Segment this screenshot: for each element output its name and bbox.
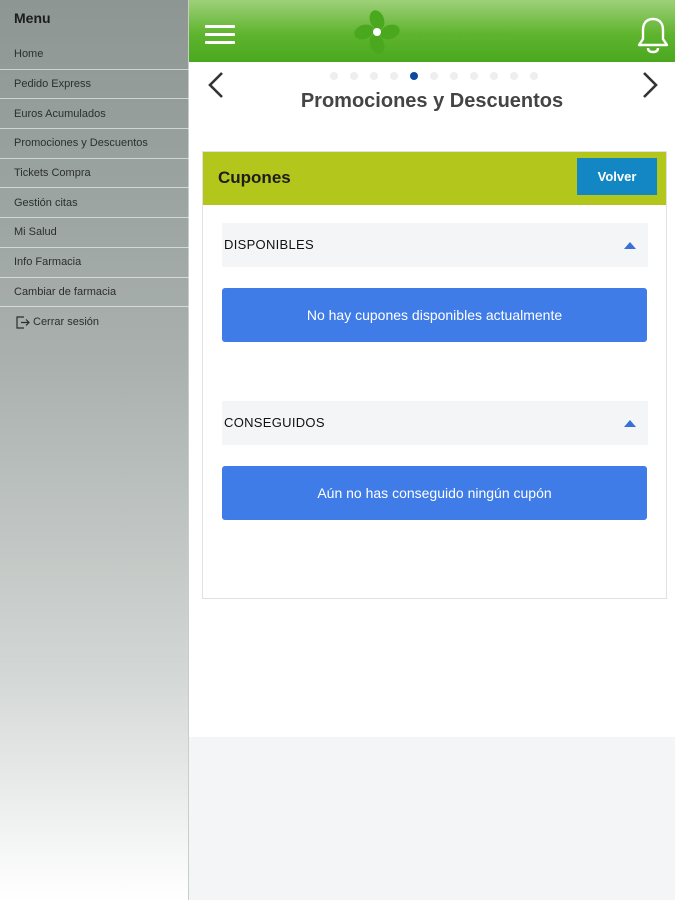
sidebar-item-euros-acumulados[interactable]: Euros Acumulados — [0, 99, 189, 130]
carousel-dot[interactable] — [510, 72, 518, 80]
carousel-dot[interactable] — [370, 72, 378, 80]
menu-list: Home Pedido Express Euros Acumulados Pro… — [0, 40, 189, 337]
menu-title: Menu — [14, 10, 51, 26]
sidebar-item-gestion-citas[interactable]: Gestión citas — [0, 188, 189, 219]
sidebar-item-label: Gestión citas — [14, 196, 78, 209]
no-coupons-available-notice: No hay cupones disponibles actualmente — [222, 288, 647, 342]
sidebar-item-pedido-express[interactable]: Pedido Express — [0, 70, 189, 100]
card-title: Cupones — [218, 168, 291, 187]
logout-icon — [16, 315, 30, 329]
caret-up-icon — [624, 242, 636, 249]
bell-icon[interactable] — [636, 16, 670, 54]
coupons-card: Cupones Volver DISPONIBLES No hay cupone… — [202, 151, 667, 599]
carousel-dot[interactable] — [390, 72, 398, 80]
main-content: Promociones y Descuentos Cupones Volver … — [189, 62, 675, 737]
sidebar-item-label: Cerrar sesión — [33, 316, 100, 329]
sidebar-item-label: Promociones y Descuentos — [14, 137, 148, 150]
section-label: CONSEGUIDOS — [224, 415, 325, 430]
sidebar-item-info-farmacia[interactable]: Info Farmacia — [0, 248, 189, 278]
carousel-dots — [330, 72, 550, 82]
sidebar-item-label: Euros Acumulados — [14, 107, 106, 120]
sidebar-item-tickets-compra[interactable]: Tickets Compra — [0, 159, 189, 189]
pharmacy-cross-logo — [354, 10, 400, 54]
pharmacy-logo: FARMACIA SALAMANCA BURRIANA — [352, 8, 512, 56]
section-label: DISPONIBLES — [224, 237, 314, 252]
carousel-dot-active[interactable] — [410, 72, 418, 80]
sidebar-item-label: Mi Salud — [14, 226, 57, 239]
page-title: Promociones y Descuentos — [300, 90, 564, 112]
sidebar-item-home[interactable]: Home — [0, 40, 189, 70]
hamburger-menu-icon[interactable] — [205, 25, 235, 47]
caret-up-icon — [624, 420, 636, 427]
section-conseguidos-toggle[interactable]: CONSEGUIDOS — [222, 401, 648, 445]
carousel-dot[interactable] — [430, 72, 438, 80]
sidebar-item-label: Home — [14, 48, 44, 61]
carousel-dot[interactable] — [470, 72, 478, 80]
sidebar-item-label: Tickets Compra — [14, 167, 91, 180]
carousel-dot[interactable] — [350, 72, 358, 80]
brand-subtitle: FARMACIA — [404, 25, 467, 31]
sidebar-item-cambiar-farmacia[interactable]: Cambiar de farmacia — [0, 278, 189, 308]
sidebar-menu: Menu Home Pedido Express Euros Acumulado… — [0, 0, 189, 900]
carousel-dot[interactable] — [490, 72, 498, 80]
sidebar-item-promociones[interactable]: Promociones y Descuentos — [0, 129, 189, 159]
sidebar-item-cerrar-sesion[interactable]: Cerrar sesión — [0, 307, 189, 337]
carousel-dot[interactable] — [530, 72, 538, 80]
back-button[interactable]: Volver — [577, 158, 657, 195]
sidebar-item-label: Cambiar de farmacia — [14, 285, 117, 298]
app-header: FARMACIA SALAMANCA BURRIANA — [189, 0, 675, 62]
no-coupons-obtained-notice: Aún no has conseguido ningún cupón — [222, 466, 647, 520]
section-disponibles-toggle[interactable]: DISPONIBLES — [222, 223, 648, 267]
card-header: Cupones Volver — [203, 152, 666, 205]
carousel-dot[interactable] — [330, 72, 338, 80]
carousel-dot[interactable] — [450, 72, 458, 80]
brand-name: SALAMANCA BURRIANA — [404, 33, 508, 42]
sidebar-item-mi-salud[interactable]: Mi Salud — [0, 218, 189, 248]
sidebar-item-label: Pedido Express — [14, 78, 92, 91]
sidebar-item-label: Info Farmacia — [14, 256, 82, 269]
